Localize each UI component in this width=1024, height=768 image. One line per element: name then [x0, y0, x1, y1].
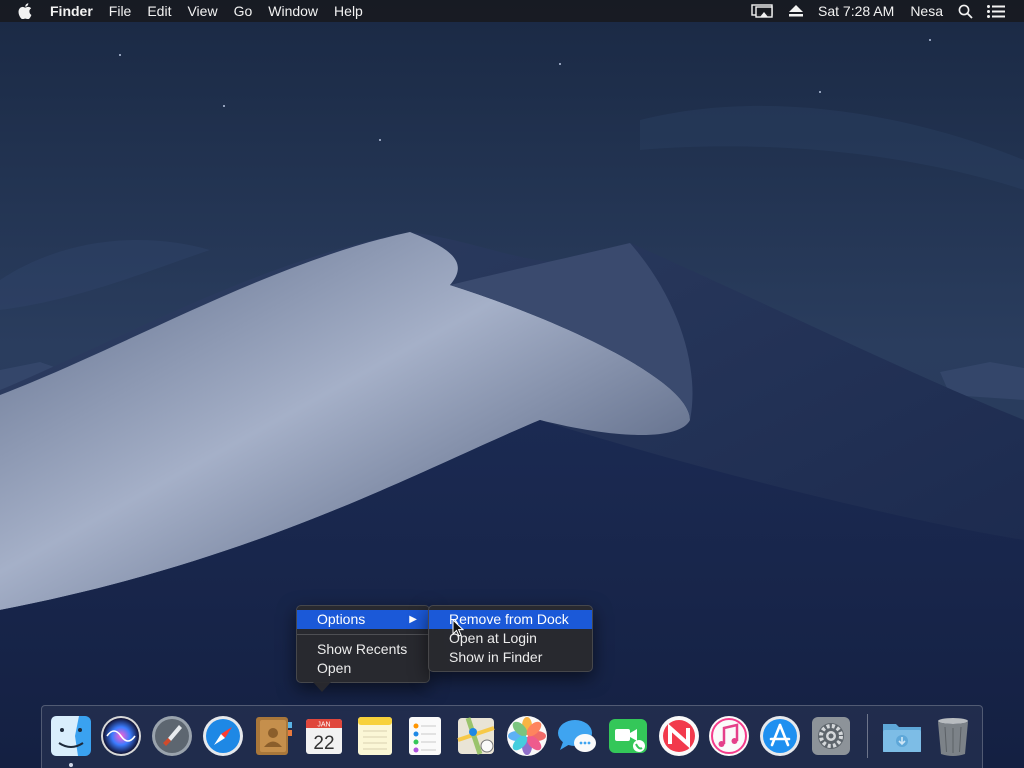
menu-view[interactable]: View	[179, 0, 225, 22]
dock-context-menu: Options ▶ Show Recents Open	[296, 605, 430, 683]
menu-bar: Finder File Edit View Go Window Help Sat…	[0, 0, 1024, 22]
desktop: Finder File Edit View Go Window Help Sat…	[0, 0, 1024, 768]
submenu-arrow-icon: ▶	[409, 614, 417, 625]
spotlight-search-icon[interactable]	[951, 0, 980, 22]
contacts-icon[interactable]	[251, 714, 295, 758]
context-item-show-recents[interactable]: Show Recents	[297, 640, 429, 659]
maps-icon[interactable]	[454, 714, 498, 758]
app-menu-finder[interactable]: Finder	[42, 0, 101, 22]
calendar-month: JAN	[317, 722, 330, 729]
apple-menu-icon[interactable]	[0, 0, 42, 22]
photos-icon[interactable]	[505, 714, 549, 758]
finder-icon[interactable]	[49, 714, 93, 758]
calendar-icon[interactable]: JAN 22	[302, 714, 346, 758]
airplay-display-icon[interactable]	[744, 0, 782, 22]
downloads-folder-icon[interactable]	[880, 714, 924, 758]
options-submenu: Remove from Dock Open at Login Show in F…	[428, 605, 593, 672]
safari-icon[interactable]	[201, 714, 245, 758]
menu-help[interactable]: Help	[326, 0, 371, 22]
context-item-open[interactable]: Open	[297, 659, 429, 678]
eject-icon[interactable]	[782, 0, 810, 22]
siri-icon[interactable]	[99, 714, 143, 758]
reminders-icon[interactable]	[403, 714, 447, 758]
mouse-cursor-icon	[452, 619, 464, 637]
news-icon[interactable]	[657, 714, 701, 758]
context-item-options-label: Options	[317, 611, 366, 627]
menu-user[interactable]: Nesa	[902, 0, 951, 22]
menu-extras: Sat 7:28 AM Nesa	[744, 0, 1024, 22]
dock: JAN 22	[41, 705, 983, 768]
submenu-item-show-in-finder[interactable]: Show in Finder	[429, 648, 592, 667]
itunes-icon[interactable]	[707, 714, 751, 758]
trash-icon[interactable]	[931, 714, 975, 758]
launchpad-icon[interactable]	[150, 714, 194, 758]
calendar-day: 22	[313, 733, 334, 754]
messages-icon[interactable]	[555, 714, 599, 758]
menu-window[interactable]: Window	[260, 0, 326, 22]
context-item-options[interactable]: Options ▶	[297, 610, 429, 629]
menu-clock[interactable]: Sat 7:28 AM	[810, 0, 902, 22]
notification-center-icon[interactable]	[980, 0, 1012, 22]
app-store-icon[interactable]	[758, 714, 802, 758]
facetime-icon[interactable]	[606, 714, 650, 758]
menu-go[interactable]: Go	[226, 0, 261, 22]
finder-running-indicator	[69, 763, 73, 767]
menu-edit[interactable]: Edit	[139, 0, 179, 22]
menu-separator	[297, 634, 429, 635]
context-menu-pointer	[313, 682, 331, 692]
dock-divider	[867, 714, 868, 758]
system-preferences-icon[interactable]	[809, 714, 853, 758]
menu-file[interactable]: File	[101, 0, 140, 22]
notes-icon[interactable]	[353, 714, 397, 758]
